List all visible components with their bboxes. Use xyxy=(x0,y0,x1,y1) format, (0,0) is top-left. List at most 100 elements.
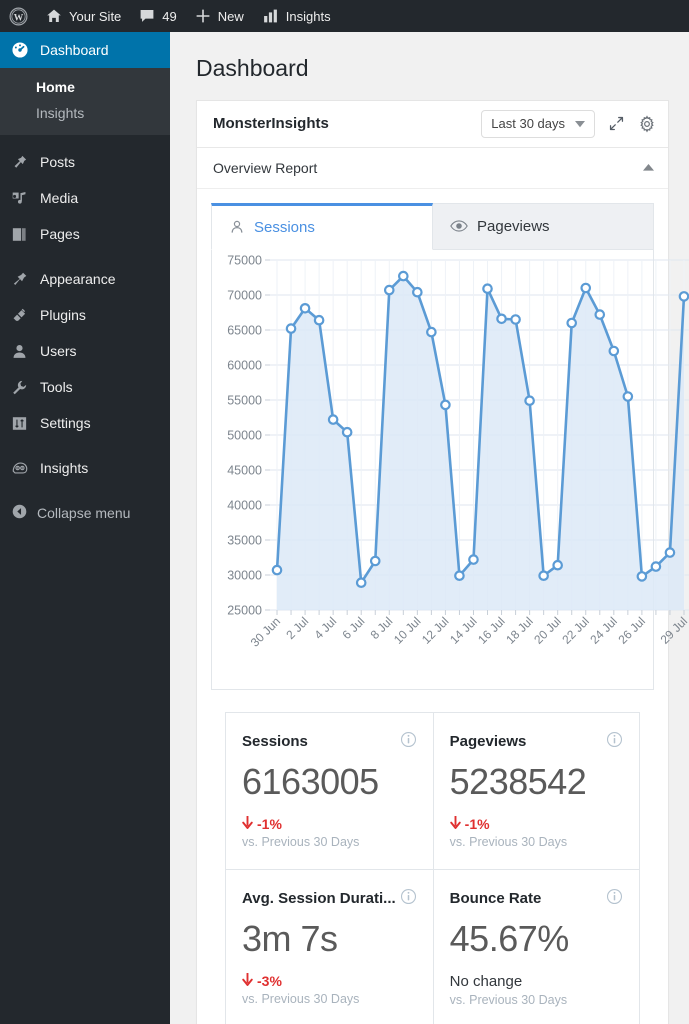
plus-icon xyxy=(195,8,211,24)
stat-card-delta-value: -1% xyxy=(257,815,282,832)
stat-card-delta: -3% xyxy=(242,971,417,989)
svg-text:14 Jul: 14 Jul xyxy=(447,614,480,647)
admin-bar: W Your Site 49 New Insights xyxy=(0,0,689,32)
svg-text:24 Jul: 24 Jul xyxy=(587,614,620,647)
svg-text:12 Jul: 12 Jul xyxy=(419,614,452,647)
sidebar-item-users-label: Users xyxy=(40,343,77,359)
stat-card-delta: No change xyxy=(450,973,623,990)
admin-bar-insights[interactable]: Insights xyxy=(253,0,340,32)
gear-icon[interactable] xyxy=(638,115,656,133)
stat-card-value: 45.67% xyxy=(449,917,570,959)
sidebar-item-users[interactable]: Users xyxy=(0,333,170,369)
stat-card-header: Bounce Rate xyxy=(450,888,623,910)
sidebar-item-tools[interactable]: Tools xyxy=(0,369,170,405)
expand-arrows-icon[interactable] xyxy=(608,115,625,132)
sidebar-item-insights-label: Insights xyxy=(40,460,89,476)
report-body: Sessions Pageviews 25000 30000 35000 40000 4… xyxy=(197,188,689,1024)
info-circle-icon[interactable] xyxy=(400,731,417,753)
info-circle-icon[interactable] xyxy=(606,888,623,910)
svg-text:10 Jul: 10 Jul xyxy=(391,614,424,647)
sidebar-item-plugins-label: Plugins xyxy=(40,307,86,323)
stat-card-pageviews: Pageviews 5238542 -1% vs. Previous 30 Da… xyxy=(433,713,639,870)
plug-icon xyxy=(11,307,37,324)
date-range-value: Last 30 days xyxy=(491,116,565,132)
admin-bar-comments[interactable]: 49 xyxy=(130,0,185,32)
sidebar-item-dashboard-label: Dashboard xyxy=(40,42,109,58)
sidebar-submenu-dashboard: Home Insights xyxy=(0,68,170,135)
sidebar-item-insights[interactable]: Insights xyxy=(0,450,170,486)
dashboard-gauge-icon xyxy=(11,41,37,59)
svg-text:60000: 60000 xyxy=(227,358,262,372)
chevron-down-icon xyxy=(575,116,585,131)
svg-text:16 Jul: 16 Jul xyxy=(475,614,508,647)
wrench-icon xyxy=(11,379,37,396)
svg-text:6 Jul: 6 Jul xyxy=(340,614,368,642)
stat-card-delta-value: -1% xyxy=(464,815,490,832)
sidebar-item-dashboard[interactable]: Dashboard xyxy=(0,32,178,68)
monsterinsights-icon xyxy=(11,459,37,477)
admin-bar-site-name[interactable]: Your Site xyxy=(37,0,130,32)
svg-text:50000: 50000 xyxy=(227,428,262,442)
info-circle-icon[interactable] xyxy=(400,888,417,910)
admin-bar-wordpress-logo[interactable]: W xyxy=(0,0,37,32)
stat-card-avg-session-duration: Avg. Session Durati... 3m 7s -3% vs. Pre… xyxy=(226,869,434,1024)
stat-card-title: Avg. Session Durati... xyxy=(242,890,396,908)
svg-text:75000: 75000 xyxy=(227,253,262,267)
sidebar-item-posts-label: Posts xyxy=(40,154,76,170)
bar-chart-icon xyxy=(262,8,279,24)
sidebar-subitem-insights[interactable]: Insights xyxy=(0,100,170,126)
sidebar-item-pages-label: Pages xyxy=(40,226,80,242)
eye-icon xyxy=(450,219,468,233)
user-icon xyxy=(11,343,37,360)
sidebar-item-posts[interactable]: Posts xyxy=(0,144,170,180)
sidebar-collapse-menu[interactable]: Collapse menu xyxy=(0,496,170,530)
arrow-down-icon xyxy=(242,814,253,832)
sidebar-item-media[interactable]: Media xyxy=(0,180,170,216)
sidebar-item-settings[interactable]: Settings xyxy=(0,405,170,441)
svg-text:65000: 65000 xyxy=(227,323,262,337)
admin-bar-site-label: Your Site xyxy=(69,8,122,24)
sidebar-item-tools-label: Tools xyxy=(40,379,73,395)
sidebar-item-pages[interactable]: Pages xyxy=(0,216,170,252)
settings-sliders-icon xyxy=(11,415,37,432)
arrow-down-icon xyxy=(242,971,253,989)
svg-text:2 Jul: 2 Jul xyxy=(283,614,311,642)
tab-pageviews[interactable]: Pageviews xyxy=(433,202,654,250)
stat-card-title: Bounce Rate xyxy=(449,890,542,908)
admin-bar-new[interactable]: New xyxy=(186,0,253,32)
stat-card-subtext: vs. Previous 30 Days xyxy=(449,834,568,849)
widget-title: MonsterInsights xyxy=(213,115,329,133)
svg-text:W: W xyxy=(14,13,24,23)
collapse-arrow-icon xyxy=(11,503,37,523)
sidebar-item-appearance-label: Appearance xyxy=(40,271,116,287)
caret-up-icon[interactable] xyxy=(643,162,654,174)
svg-text:70000: 70000 xyxy=(227,288,262,302)
tab-pageviews-label: Pageviews xyxy=(477,217,550,235)
sidebar-subitem-home[interactable]: Home xyxy=(0,74,170,100)
admin-sidebar: Dashboard Home Insights Posts Media Page… xyxy=(0,32,178,1024)
stat-card-title: Pageviews xyxy=(449,733,527,751)
admin-bar-comment-count: 49 xyxy=(162,8,177,24)
user-outline-icon xyxy=(229,219,245,235)
media-music-icon xyxy=(11,190,37,207)
wordpress-logo-icon: W xyxy=(9,7,28,26)
sidebar-divider-3 xyxy=(0,441,170,450)
svg-text:22 Jul: 22 Jul xyxy=(559,614,592,647)
stat-card-delta-value: -3% xyxy=(257,972,282,989)
paintbrush-icon xyxy=(11,271,37,288)
sidebar-item-settings-label: Settings xyxy=(40,415,91,431)
stat-card-header: Pageviews xyxy=(450,731,623,753)
sidebar-item-appearance[interactable]: Appearance xyxy=(0,261,170,297)
sidebar-divider-2 xyxy=(0,252,170,261)
overview-report-label: Overview Report xyxy=(213,159,318,176)
sessions-chart[interactable]: 25000 30000 35000 40000 45000 50000 55000 60000… xyxy=(211,249,689,690)
stat-cards: Sessions 6163005 -1% vs. Previous 30 Day… xyxy=(225,711,640,1024)
tab-sessions[interactable]: Sessions xyxy=(211,202,433,250)
overview-report-bar[interactable]: Overview Report xyxy=(197,147,668,189)
date-range-select[interactable]: Last 30 days xyxy=(481,109,595,138)
sidebar-item-plugins[interactable]: Plugins xyxy=(0,297,170,333)
info-circle-icon[interactable] xyxy=(606,731,623,753)
svg-text:29 Jul: 29 Jul xyxy=(658,614,689,647)
svg-text:4 Jul: 4 Jul xyxy=(311,614,339,642)
comment-bubble-icon xyxy=(139,8,155,24)
